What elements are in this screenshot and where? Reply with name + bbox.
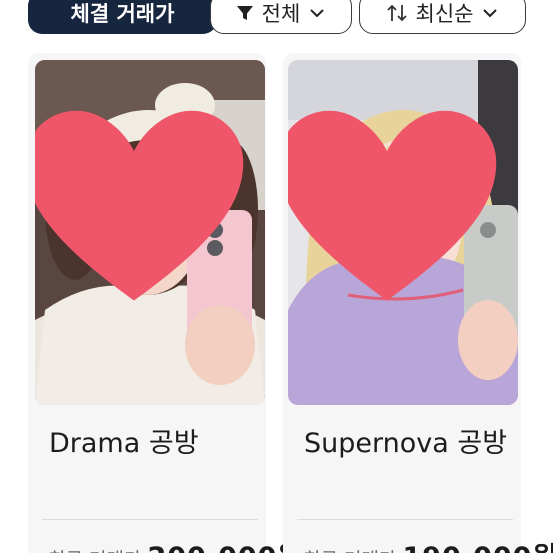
chevron-down-icon bbox=[481, 4, 499, 22]
price-label: 최근 거래가 bbox=[48, 545, 141, 553]
filter-bar: 체결 거래가 전체 최신순 bbox=[0, 0, 553, 34]
price-value: 190,000원 bbox=[402, 535, 553, 553]
product-title[interactable]: Supernova 공방 bbox=[304, 423, 514, 465]
product-title[interactable]: Drama 공방 bbox=[49, 423, 259, 465]
product-photo[interactable] bbox=[288, 60, 518, 405]
product-card[interactable]: Supernova 공방 최근 거래가 190,000원 bbox=[283, 53, 553, 553]
product-photo[interactable] bbox=[35, 60, 265, 405]
price-value: 200,000원 bbox=[147, 535, 303, 553]
filter-icon bbox=[236, 4, 254, 22]
chevron-down-icon bbox=[308, 4, 326, 22]
price-row: 최근 거래가 200,000원 bbox=[48, 535, 303, 553]
price-row: 최근 거래가 190,000원 bbox=[303, 535, 553, 553]
sort-dropdown[interactable]: 최신순 bbox=[359, 0, 526, 34]
divider bbox=[297, 519, 513, 520]
sort-label: 최신순 bbox=[415, 2, 474, 26]
product-card[interactable]: Drama 공방 최근 거래가 200,000원 bbox=[28, 53, 302, 553]
completed-price-chip-label: 체결 거래가 bbox=[70, 2, 175, 26]
heart-icon[interactable] bbox=[288, 60, 502, 381]
price-label: 최근 거래가 bbox=[303, 545, 396, 553]
divider bbox=[42, 519, 258, 520]
all-filter-label: 전체 bbox=[261, 2, 301, 26]
heart-icon[interactable] bbox=[35, 60, 249, 381]
all-filter-dropdown[interactable]: 전체 bbox=[210, 0, 352, 34]
sort-icon bbox=[386, 3, 408, 23]
completed-price-chip[interactable]: 체결 거래가 bbox=[28, 0, 217, 34]
